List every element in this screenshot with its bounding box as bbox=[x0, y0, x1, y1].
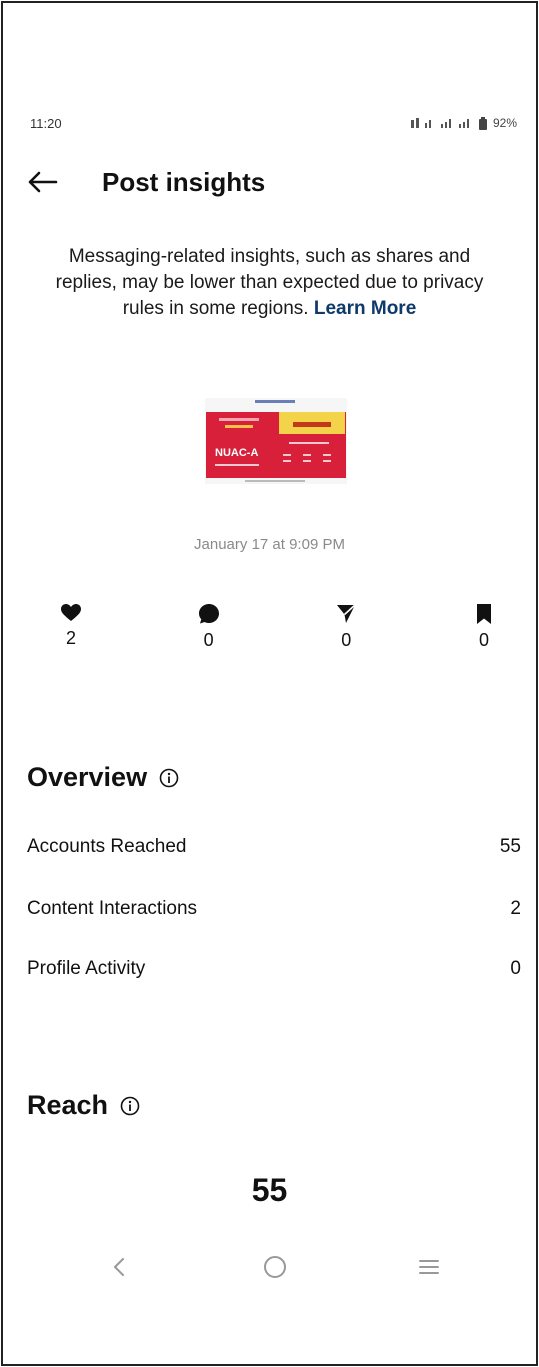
heart-icon bbox=[61, 604, 81, 621]
post-thumbnail-image: NUAC-A bbox=[205, 398, 347, 484]
comment-icon bbox=[198, 604, 219, 624]
shares-stat[interactable]: 0 bbox=[315, 604, 377, 651]
saves-stat[interactable]: 0 bbox=[453, 604, 515, 651]
nav-recents-icon bbox=[419, 1260, 439, 1274]
nav-home-icon bbox=[264, 1256, 286, 1278]
battery-level: 92% bbox=[492, 116, 517, 130]
post-date: January 17 at 9:09 PM bbox=[194, 536, 345, 553]
back-button[interactable] bbox=[26, 162, 66, 202]
nav-recents-button[interactable] bbox=[414, 1252, 444, 1282]
info-icon[interactable] bbox=[159, 768, 179, 788]
status-icons: 92% bbox=[410, 116, 517, 130]
phone-frame bbox=[1, 1, 538, 1366]
likes-count: 2 bbox=[65, 628, 76, 648]
overview-heading: Overview bbox=[27, 762, 179, 793]
bookmark-icon bbox=[476, 604, 491, 624]
row-value: 55 bbox=[499, 836, 521, 857]
nav-home-button[interactable] bbox=[260, 1252, 290, 1282]
row-label: Profile Activity bbox=[27, 958, 146, 979]
learn-more-link[interactable]: Learn More bbox=[314, 298, 416, 319]
privacy-notice: Messaging-related insights, such as shar… bbox=[40, 244, 499, 322]
reach-value: 55 bbox=[251, 1172, 288, 1208]
comments-stat[interactable]: 0 bbox=[178, 604, 240, 651]
reach-title: Reach bbox=[27, 1090, 109, 1120]
status-time: 11:20 bbox=[30, 115, 62, 131]
post-thumbnail[interactable]: NUAC-A bbox=[205, 398, 347, 484]
overview-title: Overview bbox=[27, 762, 148, 792]
post-stats: 2 0 0 0 bbox=[40, 604, 515, 651]
system-nav-bar bbox=[0, 1252, 539, 1282]
overview-row-profile-activity[interactable]: Profile Activity 0 bbox=[27, 958, 521, 980]
saves-count: 0 bbox=[478, 630, 489, 650]
overview-row-content-interactions[interactable]: Content Interactions 2 bbox=[27, 898, 521, 920]
share-icon bbox=[337, 604, 356, 623]
signal-icon bbox=[410, 118, 469, 128]
back-arrow-icon bbox=[28, 171, 58, 193]
header: Post insights bbox=[26, 162, 513, 202]
nav-back-button[interactable] bbox=[104, 1252, 134, 1282]
shares-count: 0 bbox=[341, 630, 352, 650]
status-bar: 11:20 92% bbox=[30, 113, 517, 133]
nav-back-icon bbox=[114, 1258, 124, 1276]
row-value: 0 bbox=[510, 958, 521, 979]
thumbnail-title: NUAC-A bbox=[215, 447, 258, 459]
overview-row-accounts-reached[interactable]: Accounts Reached 55 bbox=[27, 836, 521, 858]
privacy-notice-text: Messaging-related insights, such as shar… bbox=[55, 246, 484, 319]
row-label: Accounts Reached bbox=[27, 836, 187, 857]
battery-icon bbox=[478, 116, 487, 130]
row-value: 2 bbox=[510, 898, 521, 919]
comments-count: 0 bbox=[203, 630, 214, 650]
reach-heading: Reach bbox=[27, 1090, 140, 1121]
likes-stat[interactable]: 2 bbox=[40, 604, 102, 651]
page-title: Post insights bbox=[102, 166, 266, 197]
row-label: Content Interactions bbox=[27, 898, 198, 919]
info-icon[interactable] bbox=[120, 1096, 140, 1116]
